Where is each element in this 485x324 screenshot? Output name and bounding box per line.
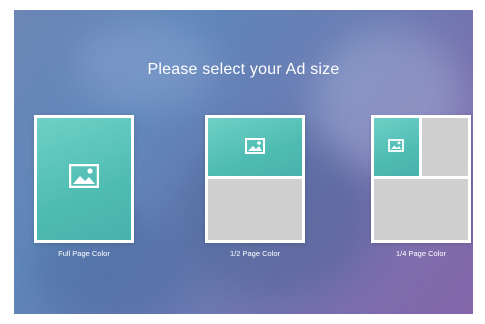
ad-size-selector: Please select your Ad size Full Page Col… — [14, 10, 473, 314]
option-full-page[interactable]: Full Page Color — [34, 115, 134, 261]
image-icon — [245, 138, 265, 154]
placeholder-area — [422, 118, 468, 176]
ad-size-card[interactable] — [371, 115, 471, 243]
option-half-page[interactable]: 1/2 Page Color — [205, 115, 305, 261]
option-label: 1/2 Page Color — [229, 249, 281, 258]
option-quarter-page[interactable]: 1/4 Page Color — [371, 115, 471, 261]
option-label: 1/4 Page Color — [395, 249, 447, 258]
image-icon — [69, 164, 99, 188]
ad-size-card[interactable] — [205, 115, 305, 243]
option-label: Full Page Color — [58, 249, 110, 258]
page-title: Please select your Ad size — [147, 61, 340, 78]
placeholder-area — [374, 179, 468, 240]
placeholder-area — [208, 179, 302, 240]
image-icon — [388, 139, 404, 152]
ad-size-card[interactable] — [34, 115, 134, 243]
